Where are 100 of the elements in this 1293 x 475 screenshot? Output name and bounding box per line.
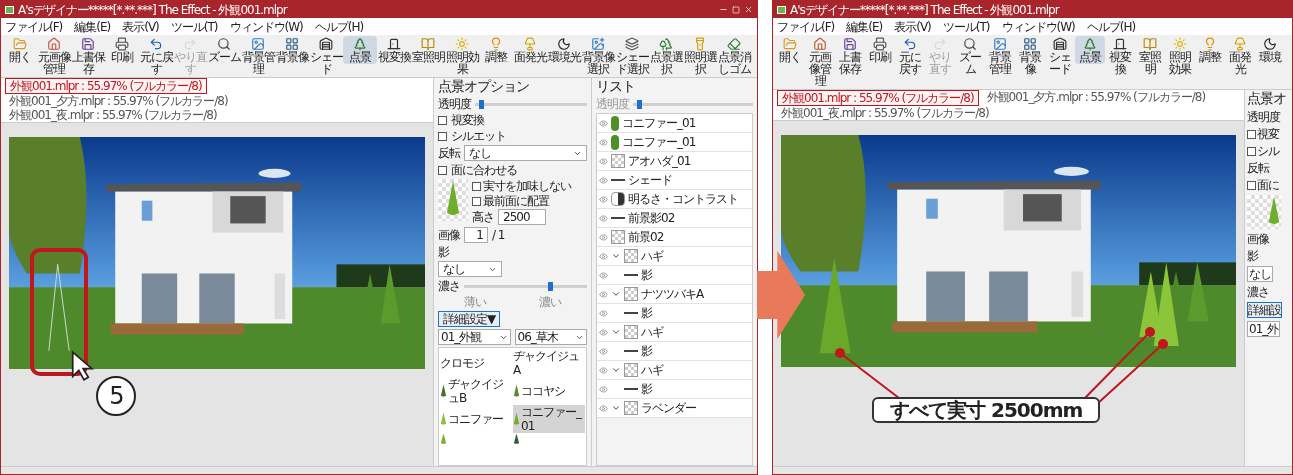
gallery-item[interactable]: ヂャクイジュB [440, 377, 512, 405]
menu-item[interactable]: 編集(E) [74, 19, 111, 34]
toolbar-button[interactable]: 照明効果 [1165, 36, 1195, 76]
maximize-icon[interactable] [732, 5, 740, 14]
eye-icon[interactable] [599, 403, 608, 413]
eye-icon[interactable] [599, 232, 608, 242]
layer-row[interactable]: 明るさ・コントラスト [597, 190, 752, 209]
toolbar-button[interactable]: 面発光 [513, 36, 547, 64]
toolbar-button[interactable]: 元に戻す [895, 36, 925, 76]
gallery-item[interactable]: ヂャクイジュA [513, 349, 585, 377]
toolbar-button[interactable]: 面発光 [1225, 36, 1255, 76]
checkbox[interactable] [472, 181, 481, 191]
menu-item[interactable]: ツール(T) [170, 19, 218, 34]
flip-dropdown[interactable]: なし [464, 145, 587, 161]
layer-row[interactable]: ハギ [597, 361, 752, 380]
detail-settings-button[interactable]: 詳細設 [1247, 302, 1282, 318]
eye-icon[interactable] [599, 251, 608, 261]
chevron-icon[interactable] [611, 365, 621, 375]
eye-icon[interactable] [599, 118, 608, 128]
toolbar-button[interactable]: 元画像管理 [37, 36, 71, 76]
layer-row[interactable]: シェード [597, 171, 752, 190]
menu-item[interactable]: ファイル(F) [777, 19, 835, 34]
toolbar-button[interactable]: シェード [309, 36, 343, 76]
toolbar-button[interactable]: 環境 [1255, 36, 1285, 64]
menu-item[interactable]: ツール(T) [942, 19, 990, 34]
layer-row[interactable]: 影 [597, 380, 752, 399]
layer-row[interactable]: 影 [597, 342, 752, 361]
shadow-dropdown[interactable]: なし [438, 261, 502, 277]
toolbar-button[interactable]: ズーム [207, 36, 241, 64]
toolbar-button[interactable]: 点景選択 [649, 36, 683, 76]
toolbar-button[interactable]: 上書保存 [71, 36, 105, 76]
toolbar-button[interactable]: 照明選択 [683, 36, 717, 76]
toolbar-button[interactable]: 点景消しゴム [717, 36, 751, 76]
chevron-icon[interactable] [611, 327, 621, 337]
eye-icon[interactable] [599, 213, 608, 223]
opacity-slider[interactable] [475, 102, 587, 106]
menu-item[interactable]: ファイル(F) [5, 19, 63, 34]
toolbar-button[interactable]: 背景像選択 [581, 36, 615, 76]
document-tab[interactable]: 外観001_夜.mlpr : 55.97% (フルカラー/8) [5, 108, 221, 122]
toolbar-button[interactable]: 元画像管理 [805, 36, 835, 88]
density-slider[interactable] [464, 284, 587, 288]
subcategory-dropdown[interactable]: 06_草木 [514, 329, 587, 345]
document-tab[interactable]: 外観001_夕方.mlpr : 55.97% (フルカラー/8) [5, 94, 232, 108]
toolbar-button[interactable]: 背景像 [1015, 36, 1045, 76]
toolbar-button[interactable]: 照明効果 [445, 36, 479, 76]
layer-row[interactable]: ナツツバキA [597, 285, 752, 304]
menu-item[interactable]: 表示(V) [122, 19, 159, 34]
eye-icon[interactable] [599, 365, 608, 375]
eye-icon[interactable] [599, 289, 608, 299]
slider-thumb[interactable] [548, 281, 554, 291]
checkbox[interactable] [438, 115, 447, 125]
menu-item[interactable]: ウィンドウ(W) [1001, 19, 1075, 34]
slider-thumb[interactable] [637, 99, 642, 109]
checkbox[interactable] [472, 196, 481, 206]
chevron-icon[interactable] [611, 289, 621, 299]
toolbar-button[interactable]: 開く [775, 36, 805, 64]
eye-icon[interactable] [599, 327, 608, 337]
menu-item[interactable]: ヘルプ(H) [314, 19, 364, 34]
checkbox[interactable] [438, 165, 447, 175]
layer-row[interactable]: ハギ [597, 323, 752, 342]
document-tab[interactable]: 外観001_夕方.mlpr : 55.97% (フルカラー/8) [982, 90, 1210, 106]
toolbar-button[interactable]: 元に戻す [139, 36, 173, 76]
checkbox[interactable] [438, 131, 447, 141]
checkbox[interactable] [1247, 129, 1256, 139]
eye-icon[interactable] [599, 308, 608, 318]
menu-item[interactable]: 表示(V) [894, 19, 931, 34]
layer-row[interactable]: 前景影02 [597, 209, 752, 228]
toolbar-button[interactable]: 背景像 [275, 36, 309, 64]
gallery-item[interactable]: コニファー_01 [513, 405, 585, 433]
eye-icon[interactable] [599, 346, 608, 356]
toolbar-button[interactable]: 調整 [479, 36, 513, 64]
category-dropdown[interactable]: 01_外観 [438, 329, 511, 345]
checkbox[interactable] [1247, 146, 1256, 156]
toolbar-button[interactable]: 室照明 [411, 36, 445, 64]
toolbar-button[interactable]: 印刷 [105, 36, 139, 64]
gallery-item[interactable]: ココヤシ [513, 377, 585, 405]
dropdown[interactable]: なし [1247, 266, 1273, 282]
image-spinner[interactable]: 1 [464, 227, 488, 243]
document-tab[interactable]: 外観001_夜.mlpr : 55.97% (フルカラー/8) [777, 106, 993, 120]
detail-settings-button[interactable]: 詳細設定▼ [438, 311, 501, 327]
layer-row[interactable]: コニファー_01 [597, 114, 752, 133]
layer-row[interactable]: 影 [597, 304, 752, 323]
toolbar-button[interactable]: 環境光 [547, 36, 581, 64]
gallery-item[interactable]: コニファー [440, 405, 512, 433]
toolbar-button[interactable]: シェード [1045, 36, 1075, 76]
menu-item[interactable]: ヘルプ(H) [1086, 19, 1136, 34]
toolbar-button[interactable]: 背景管理 [985, 36, 1015, 76]
menu-item[interactable]: ウィンドウ(W) [229, 19, 303, 34]
layer-row[interactable]: アオハダ_01 [597, 152, 752, 171]
eye-icon[interactable] [599, 384, 608, 394]
layer-row[interactable]: 影 [597, 266, 752, 285]
toolbar-button[interactable]: 印刷 [865, 36, 895, 64]
gallery-item[interactable]: クロモジ [440, 349, 512, 377]
opacity-slider[interactable] [633, 102, 753, 106]
height-input[interactable]: 2500 [498, 209, 546, 225]
toolbar-button[interactable]: 上書保存 [835, 36, 865, 76]
chevron-icon[interactable] [611, 251, 621, 261]
toolbar-button[interactable]: 点景 [343, 36, 377, 64]
eye-icon[interactable] [599, 137, 608, 147]
toolbar-button[interactable]: ズーム [955, 36, 985, 76]
